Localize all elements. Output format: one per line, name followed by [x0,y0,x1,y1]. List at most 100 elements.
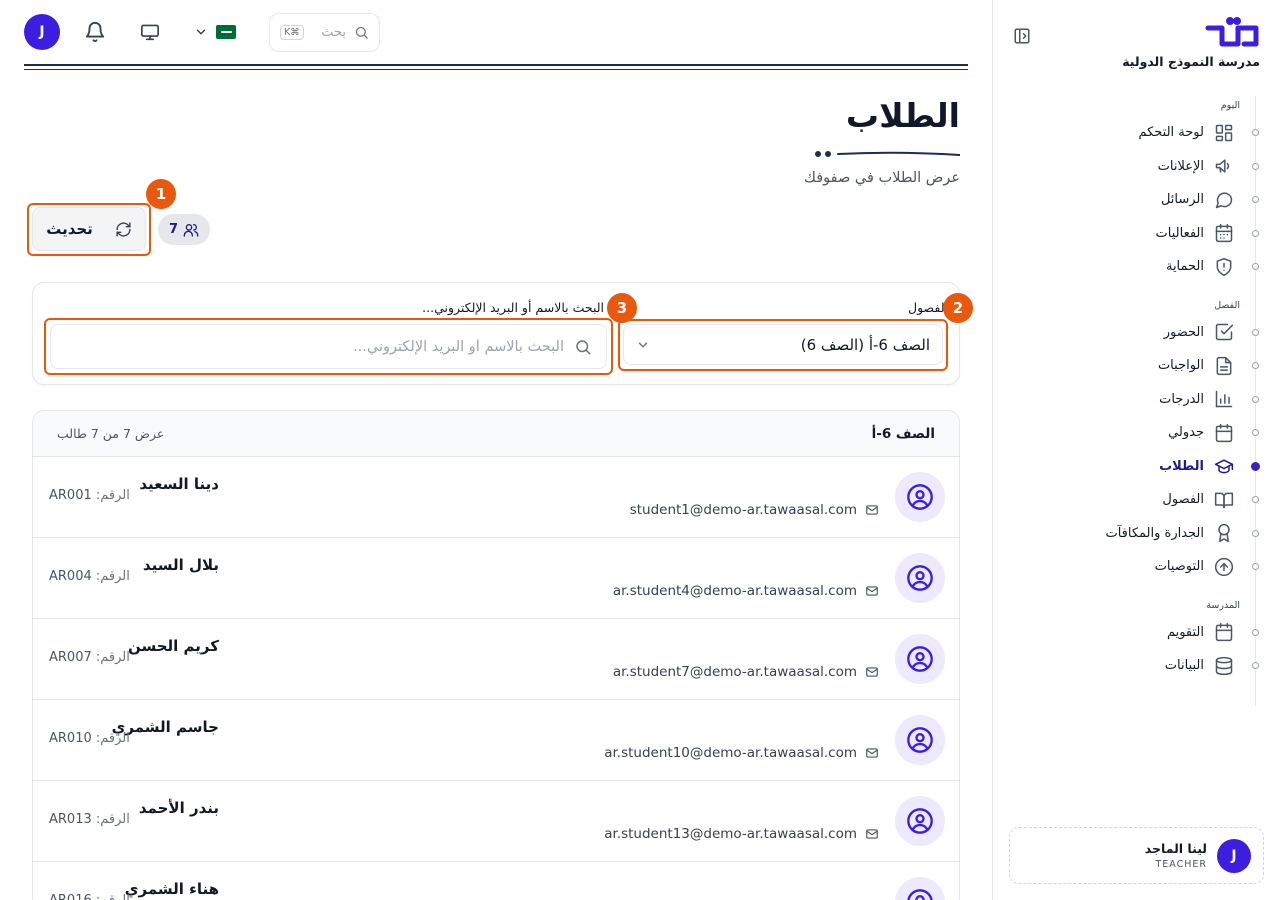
sidebar-item-0-0[interactable]: لوحة التحكم [992,116,1280,150]
refresh-button[interactable]: تحديث [32,207,146,251]
sidebar-collapse-icon[interactable] [1013,27,1031,45]
student-row[interactable]: بندر الأحمد ar.student13@demo-ar.tawaasal… [33,781,959,862]
student-email-text: student1@demo-ar.tawaasal.com [629,502,857,518]
sidebar-item-label: التقويم [1166,624,1204,640]
sidebar-item-label: لوحة التحكم [1138,125,1204,141]
sidebar-item-0-3[interactable]: الفعاليات [992,217,1280,251]
sidebar-item-0-2[interactable]: الرسائل [992,183,1280,217]
global-search[interactable]: K⌘ بحث [269,13,380,52]
step-marker-2: 2 [943,293,973,323]
student-id: الرقم: AR004 [49,569,130,584]
student-row[interactable]: بلال السيد ar.student4@demo-ar.tawaasal.c… [33,538,959,619]
language-switcher[interactable] [194,22,244,42]
nav-dot [1252,529,1259,537]
sidebar-item-label: الفعاليات [1155,225,1204,241]
school-logo-icon [1204,16,1260,50]
nav-section-title: المدرسة [1206,599,1240,611]
nav-section-gap [992,284,1280,296]
users-icon [183,222,199,238]
student-avatar-icon [895,472,945,522]
nav-dot [1252,429,1259,437]
sidebar-item-1-6[interactable]: الجدارة والمكافآت [992,517,1280,551]
user-avatar: J [1217,838,1251,873]
book-icon [1214,490,1234,510]
sidebar-item-2-0[interactable]: التقويم [992,616,1280,650]
nav-dot [1252,162,1259,170]
student-email-text: ar.student10@demo-ar.tawaasal.com [604,745,857,761]
sidebar-nav: اليوم لوحة التحكم الإعلانات الرسائل الفعاليا… [992,96,1280,706]
student-email: ar.student13@demo-ar.tawaasal.com [604,826,879,842]
search-icon [574,338,592,356]
student-id: الرقم: AR007 [49,650,130,665]
sidebar-item-label: التوصيات [1154,559,1204,575]
database-icon [1214,656,1234,676]
student-id: الرقم: AR013 [49,812,130,827]
class-select-value: الصف 6-أ (الصف 6) [800,335,930,354]
bell-icon[interactable] [84,21,106,43]
search-filter-label: البحث بالاسم أو البريد الإلكتروني... [422,300,604,315]
top-bar: J K⌘ بحث [24,10,968,54]
student-email-text: ar.student4@demo-ar.tawaasal.com [612,583,857,599]
student-rows: دينا السعيد student1@demo-ar.tawaasal.com… [33,457,959,900]
student-id-label: الرقم: [95,812,130,827]
student-email-text: ar.student7@demo-ar.tawaasal.com [612,664,857,680]
nav-section-title: الفصل [1214,299,1240,311]
student-search-input[interactable] [65,338,564,355]
sidebar-item-label: الجدارة والمكافآت [1105,525,1204,541]
sidebar-item-2-1[interactable]: البيانات [992,649,1280,683]
calendar-icon [1214,423,1234,443]
sidebar-item-label: البيانات [1164,658,1204,674]
student-email-text: ar.student13@demo-ar.tawaasal.com [604,826,857,842]
sidebar-item-1-0[interactable]: الحضور [992,316,1280,350]
student-avatar-icon [895,796,945,846]
student-id: الرقم: AR010 [49,731,130,746]
nav-dot [1252,196,1259,204]
nav-dot [1252,662,1259,670]
mail-icon [865,503,879,517]
student-row[interactable]: هناء الشمريar.student16@demo-ar.tawaasal… [33,862,959,900]
sidebar-item-1-2[interactable]: الدرجات [992,383,1280,417]
sidebar-item-1-3[interactable]: جدولي [992,416,1280,450]
global-search-placeholder: بحث [321,25,346,40]
student-id-label: الرقم: [95,650,130,665]
mail-icon [865,827,879,841]
sidebar-item-label: جدولي [1168,425,1204,441]
sidebar-item-1-5[interactable]: الفصول [992,483,1280,517]
student-id-value: AR001 [49,488,92,503]
nav-dot [1252,328,1259,336]
sidebar-item-label: الطلاب [1159,458,1204,474]
top-user-avatar[interactable]: J [24,14,60,50]
student-id: الرقم: AR001 [49,488,130,503]
shortcut-hint: K⌘ [280,25,304,40]
school-name: مدرسة النموذج الدولية [1122,54,1260,69]
refresh-label: تحديث [46,220,93,238]
sidebar-item-label: الدرجات [1159,391,1204,407]
nav-dot [1252,628,1259,636]
class-filter-label: الفصول [908,300,948,315]
header-divider [24,64,968,70]
nav-dot [1251,461,1260,471]
student-count-badge: 7 [158,214,210,245]
mail-icon [865,746,879,760]
sidebar-item-1-4[interactable]: الطلاب [992,450,1280,484]
sidebar-item-label: الإعلانات [1157,158,1204,174]
class-select[interactable]: الصف 6-أ (الصف 6) [623,324,943,365]
student-row[interactable]: دينا السعيد student1@demo-ar.tawaasal.com… [33,457,959,538]
sidebar: مدرسة النموذج الدولية اليوم لوحة التحكم ال… [992,0,1280,900]
student-row[interactable]: جاسم الشمري ar.student10@demo-ar.tawaasal… [33,700,959,781]
list-header: عرض 7 من 7 طالب الصف 6-أ [33,411,959,457]
student-row[interactable]: كريم الحسن ar.student7@demo-ar.tawaasal.c… [33,619,959,700]
student-id-value: AR013 [49,812,92,827]
sidebar-item-0-4[interactable]: الحماية [992,250,1280,284]
nav-section-title: اليوم [1220,100,1240,111]
sidebar-item-label: الرسائل [1160,192,1204,208]
sidebar-item-0-1[interactable]: الإعلانات [992,150,1280,184]
monitor-icon[interactable] [140,23,160,41]
user-profile-card[interactable]: J لينا الماجد TEACHER [1009,827,1264,884]
dashboard-icon [1214,123,1234,143]
nav-dot [1252,563,1259,571]
sidebar-item-1-7[interactable]: التوصيات [992,550,1280,584]
step-marker-3: 3 [607,293,637,323]
student-id-label: الرقم: [95,488,130,503]
sidebar-item-1-1[interactable]: الواجبات [992,349,1280,383]
